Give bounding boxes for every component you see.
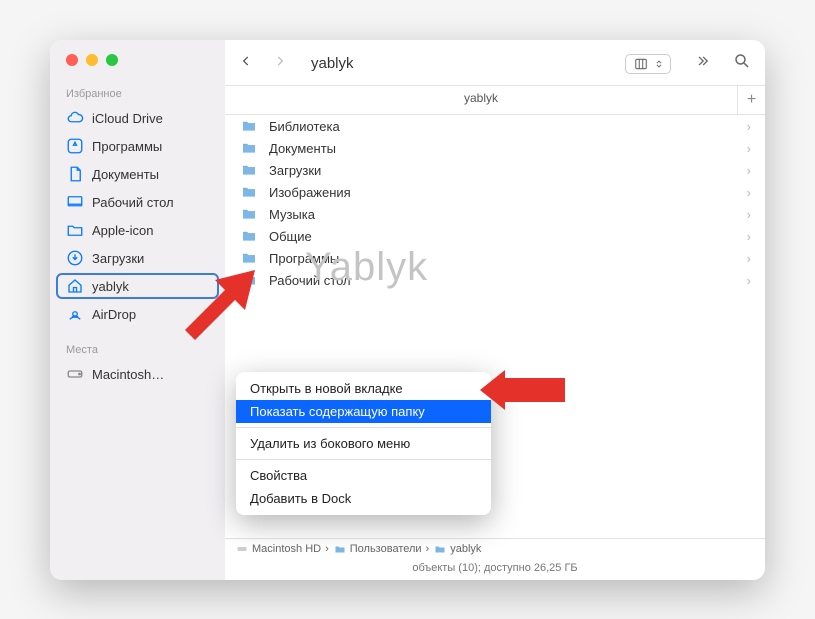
file-row[interactable]: Библиотека› (225, 115, 765, 137)
chevron-right-icon: › (747, 163, 751, 178)
zoom-button[interactable] (106, 54, 118, 66)
sidebar-item-label: Apple-icon (92, 223, 153, 238)
new-tab-button[interactable]: + (737, 86, 765, 114)
path-item[interactable]: Пользователи (333, 543, 422, 555)
sidebar-item-label: iCloud Drive (92, 111, 163, 126)
folder-icon (239, 184, 259, 200)
status-bar: объекты (10); доступно 26,25 ГБ (225, 559, 765, 580)
file-name: Программы (269, 251, 747, 266)
file-row[interactable]: Документы› (225, 137, 765, 159)
folder-icon (66, 221, 84, 239)
file-row[interactable]: Общие› (225, 225, 765, 247)
sidebar-item-folder[interactable]: Apple-icon (56, 217, 219, 243)
annotation-arrow (180, 260, 260, 340)
path-bar: Macintosh HD › Пользователи › yablyk (225, 538, 765, 559)
chevron-right-icon: › (747, 229, 751, 244)
context-menu-item[interactable]: Показать содержащую папку (236, 400, 491, 423)
file-name: Музыка (269, 207, 747, 222)
sidebar-item-desktop[interactable]: Рабочий стол (56, 189, 219, 215)
back-button[interactable] (239, 52, 253, 75)
context-menu-item[interactable]: Свойства (236, 464, 491, 487)
search-button[interactable] (733, 52, 751, 75)
apps-icon (66, 137, 84, 155)
context-menu-item[interactable]: Открыть в новой вкладке (236, 377, 491, 400)
file-row[interactable]: Рабочий стол› (225, 269, 765, 291)
file-name: Рабочий стол (269, 273, 747, 288)
airdrop-icon (66, 305, 84, 323)
folder-icon (239, 118, 259, 134)
path-item[interactable]: Macintosh HD (235, 543, 321, 555)
sidebar-item-label: Программы (92, 139, 162, 154)
chevron-right-icon: › (325, 543, 329, 555)
window-controls (50, 54, 225, 84)
folder-icon (239, 140, 259, 156)
close-button[interactable] (66, 54, 78, 66)
file-name: Изображения (269, 185, 747, 200)
folder-icon (239, 228, 259, 244)
sidebar-item-label: AirDrop (92, 307, 136, 322)
chevron-right-icon: › (426, 543, 430, 555)
menu-separator (236, 427, 491, 428)
chevron-right-icon: › (747, 251, 751, 266)
download-icon (66, 249, 84, 267)
forward-button[interactable] (273, 52, 287, 75)
file-row[interactable]: Изображения› (225, 181, 765, 203)
file-name: Общие (269, 229, 747, 244)
file-row[interactable]: Загрузки› (225, 159, 765, 181)
window-title: yablyk (311, 55, 615, 72)
sidebar-item-label: Документы (92, 167, 159, 182)
disk-icon (66, 365, 84, 383)
finder-window: Избранное iCloud Drive Программы Докумен… (50, 40, 765, 580)
sidebar-item-apps[interactable]: Программы (56, 133, 219, 159)
file-row[interactable]: Музыка› (225, 203, 765, 225)
file-name: Загрузки (269, 163, 747, 178)
file-row[interactable]: Программы› (225, 247, 765, 269)
chevron-right-icon: › (747, 273, 751, 288)
chevron-right-icon: › (747, 141, 751, 156)
sidebar-item-documents[interactable]: Документы (56, 161, 219, 187)
folder-icon (239, 162, 259, 178)
sidebar-header: Избранное (50, 84, 225, 104)
home-icon (66, 277, 84, 295)
chevron-right-icon: › (747, 207, 751, 222)
path-item[interactable]: yablyk (433, 543, 481, 555)
view-switcher[interactable] (625, 54, 671, 74)
tab[interactable]: yablyk (225, 86, 737, 114)
desktop-icon (66, 193, 84, 211)
more-button[interactable] (693, 54, 711, 73)
doc-icon (66, 165, 84, 183)
file-name: Библиотека (269, 119, 747, 134)
sidebar-item-label: Macintosh… (92, 367, 164, 382)
nav-buttons (239, 52, 287, 75)
chevron-right-icon: › (747, 185, 751, 200)
sidebar-item-label: Загрузки (92, 251, 144, 266)
minimize-button[interactable] (86, 54, 98, 66)
tab-bar: yablyk + (225, 85, 765, 115)
sidebar-item-label: Рабочий стол (92, 195, 174, 210)
toolbar: yablyk (225, 40, 765, 85)
context-menu-item[interactable]: Добавить в Dock (236, 487, 491, 510)
context-menu: Открыть в новой вкладкеПоказать содержащ… (236, 372, 491, 515)
context-menu-item[interactable]: Удалить из бокового меню (236, 432, 491, 455)
annotation-arrow (480, 370, 570, 410)
sidebar-item-disk[interactable]: Macintosh… (56, 361, 219, 387)
sidebar-header: Места (50, 340, 225, 360)
sidebar-item-label: yablyk (92, 279, 129, 294)
menu-separator (236, 459, 491, 460)
sidebar-item-icloud[interactable]: iCloud Drive (56, 105, 219, 131)
chevron-right-icon: › (747, 119, 751, 134)
file-name: Документы (269, 141, 747, 156)
folder-icon (239, 206, 259, 222)
cloud-icon (66, 109, 84, 127)
